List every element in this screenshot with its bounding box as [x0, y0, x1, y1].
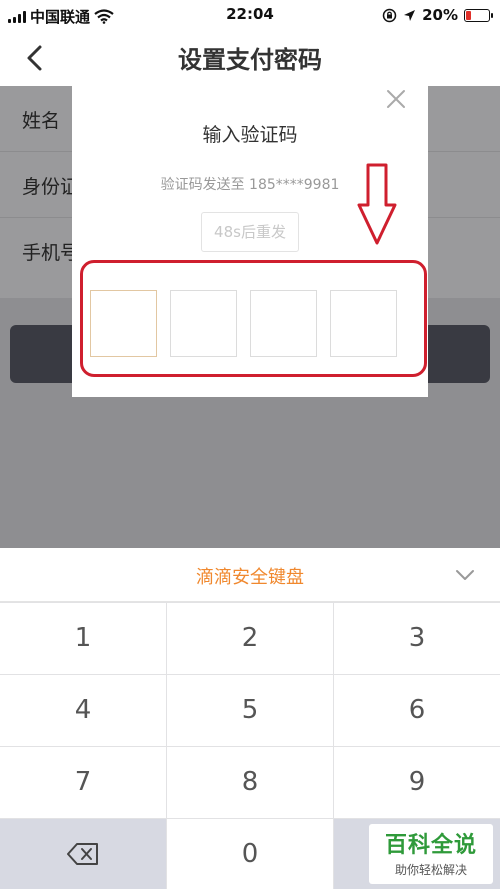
highlight-frame	[80, 260, 427, 377]
form-label-phone: 手机号	[22, 242, 80, 264]
orientation-lock-icon	[382, 8, 397, 22]
resend-button[interactable]: 48s后重发	[201, 212, 299, 252]
keyboard-header: 滴滴安全键盘	[0, 548, 500, 602]
close-icon[interactable]	[383, 86, 409, 112]
location-icon	[404, 9, 416, 21]
key-9[interactable]: 9	[334, 747, 500, 818]
battery-icon	[464, 8, 493, 22]
down-arrow-annotation-icon	[357, 163, 397, 245]
dialog-title: 输入验证码	[202, 124, 298, 146]
key-3[interactable]: 3	[334, 603, 500, 674]
battery-fill	[466, 10, 471, 20]
watermark: 百科全说 助你轻松解决	[369, 824, 493, 884]
watermark-subtitle: 助你轻松解决	[394, 863, 467, 877]
key-6[interactable]: 6	[334, 675, 500, 746]
keyboard-title: 滴滴安全键盘	[196, 567, 304, 588]
delete-key[interactable]	[0, 819, 166, 889]
form-label-name: 姓名	[22, 110, 61, 132]
key-2[interactable]: 2	[167, 603, 333, 674]
status-right: 20%	[382, 6, 493, 24]
nav-bar: 设置支付密码	[0, 30, 500, 86]
watermark-title: 百科全说	[384, 833, 477, 858]
form-label-id-card: 身份证	[22, 176, 80, 198]
key-0[interactable]: 0	[167, 819, 333, 889]
key-5[interactable]: 5	[167, 675, 333, 746]
key-7[interactable]: 7	[0, 747, 166, 818]
backspace-icon	[67, 843, 98, 865]
status-bar: 中国联通 22:04 20%	[0, 0, 500, 30]
key-1[interactable]: 1	[0, 603, 166, 674]
key-8[interactable]: 8	[167, 747, 333, 818]
battery-percent: 20%	[422, 6, 458, 24]
page-title: 设置支付密码	[178, 46, 322, 74]
chevron-down-icon[interactable]	[452, 562, 478, 588]
key-4[interactable]: 4	[0, 675, 166, 746]
